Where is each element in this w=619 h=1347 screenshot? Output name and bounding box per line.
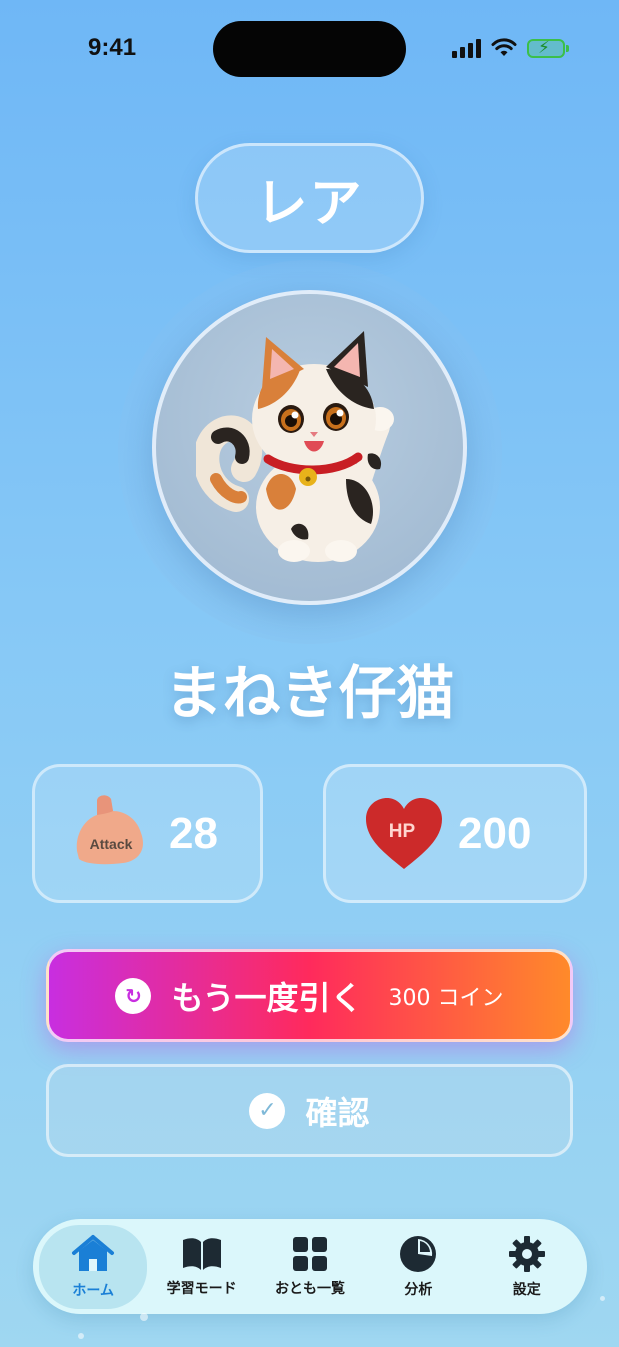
tab-settings[interactable]: 設定: [473, 1225, 581, 1309]
tab-analysis[interactable]: 分析: [364, 1225, 472, 1309]
tab-settings-label: 設定: [512, 1281, 541, 1298]
tab-companion-list[interactable]: おとも一覧: [256, 1225, 364, 1309]
tab-bar: ホーム 学習モード おとも一覧 分析 設定: [33, 1219, 587, 1314]
attack-value: 28: [169, 808, 218, 858]
character-name: まねき仔猫: [164, 659, 455, 727]
grid-icon: [292, 1236, 327, 1271]
tab-study-mode[interactable]: 学習モード: [148, 1225, 256, 1309]
tab-analysis-label: 分析: [404, 1281, 433, 1298]
redraw-label: もう一度引く: [171, 978, 363, 1017]
tab-companion-list-label: おとも一覧: [274, 1280, 345, 1297]
redraw-cost: 300 コイン: [388, 985, 504, 1011]
status-icons: ⚡: [452, 38, 569, 58]
confirm-label: 確認: [305, 1093, 370, 1132]
battery-icon: ⚡: [527, 38, 569, 58]
attack-icon-text: Attack: [90, 836, 133, 852]
pie-chart-icon: [400, 1235, 437, 1272]
bubble-decoration: [140, 1313, 148, 1321]
hp-icon-text: HP: [389, 821, 416, 842]
wifi-icon: [491, 38, 517, 56]
checkmark-icon: ✓: [249, 1092, 286, 1129]
redraw-button[interactable]: ↻ もう一度引く 300 コイン: [46, 949, 573, 1042]
heart-icon: HP: [366, 797, 442, 869]
rarity-badge: レア: [195, 143, 424, 253]
tab-home[interactable]: ホーム: [39, 1224, 148, 1309]
hp-value: 200: [458, 808, 532, 858]
hp-stat-card: HP 200: [323, 764, 587, 903]
bubble-decoration: [600, 1296, 605, 1301]
tab-home-label: ホーム: [72, 1282, 114, 1299]
confirm-button[interactable]: ✓ 確認: [46, 1064, 573, 1157]
gear-icon: [508, 1235, 545, 1272]
character-portrait: [152, 290, 467, 605]
tab-study-mode-label: 学習モード: [166, 1280, 237, 1297]
bubble-decoration: [78, 1333, 84, 1339]
muscle-arm-icon: Attack: [76, 794, 143, 864]
status-time: 9:41: [88, 34, 137, 61]
signal-icon: [452, 38, 481, 58]
dynamic-island: [213, 21, 406, 77]
calico-cat-image: [196, 331, 394, 562]
attack-stat-card: Attack 28: [32, 764, 263, 903]
home-icon: [72, 1234, 115, 1271]
refresh-icon: ↻: [115, 977, 152, 1014]
book-icon: [182, 1237, 221, 1270]
